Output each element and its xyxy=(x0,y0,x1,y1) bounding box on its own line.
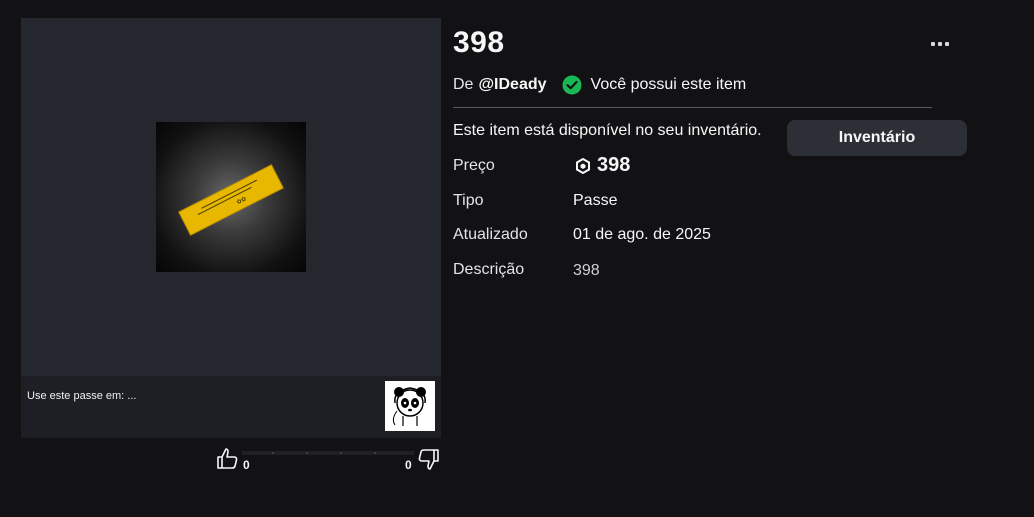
creator-link[interactable]: @IDeady xyxy=(478,76,546,94)
owned-status: Você possui este item xyxy=(590,76,747,93)
thumbs-up-icon[interactable] xyxy=(216,447,240,471)
by-prefix: De xyxy=(453,76,474,93)
description-label: Descrição xyxy=(453,261,525,278)
price-value: 398 xyxy=(597,154,631,176)
updated-value: 01 de ago. de 2025 xyxy=(573,226,711,243)
upvote-count: 0 xyxy=(243,458,250,472)
vote-ratio-bar xyxy=(242,451,414,455)
item-thumbnail-panel: ✿✿ Use este passe em: ... xyxy=(21,18,441,438)
more-options-button[interactable] xyxy=(930,36,950,52)
creator-byline: De @IDeady Você possui este item xyxy=(453,75,746,95)
availability-text: Este item está disponível no seu inventá… xyxy=(453,122,762,139)
divider xyxy=(453,107,932,108)
description-value: 398 xyxy=(573,262,600,279)
usage-label: Use este passe em: ... xyxy=(27,390,137,402)
check-circle-icon xyxy=(562,75,582,95)
robux-icon xyxy=(576,157,590,174)
usage-bar: Use este passe em: ... xyxy=(21,376,441,438)
experience-thumbnail[interactable] xyxy=(385,381,435,431)
updated-label: Atualizado xyxy=(453,226,528,243)
pass-image: ✿✿ xyxy=(156,122,306,272)
downvote-count: 0 xyxy=(405,458,412,472)
thumbs-down-icon[interactable] xyxy=(416,447,440,471)
price-value-group: 398 xyxy=(575,154,630,177)
inventory-button[interactable]: Inventário xyxy=(787,120,967,156)
pass-ticket-graphic: ✿✿ xyxy=(178,164,284,236)
item-title: 398 xyxy=(453,26,505,59)
type-value: Passe xyxy=(573,192,618,209)
price-label: Preço xyxy=(453,157,495,174)
panda-avatar-icon xyxy=(392,387,426,426)
type-label: Tipo xyxy=(453,192,484,209)
vote-row: 0 0 xyxy=(216,445,440,473)
